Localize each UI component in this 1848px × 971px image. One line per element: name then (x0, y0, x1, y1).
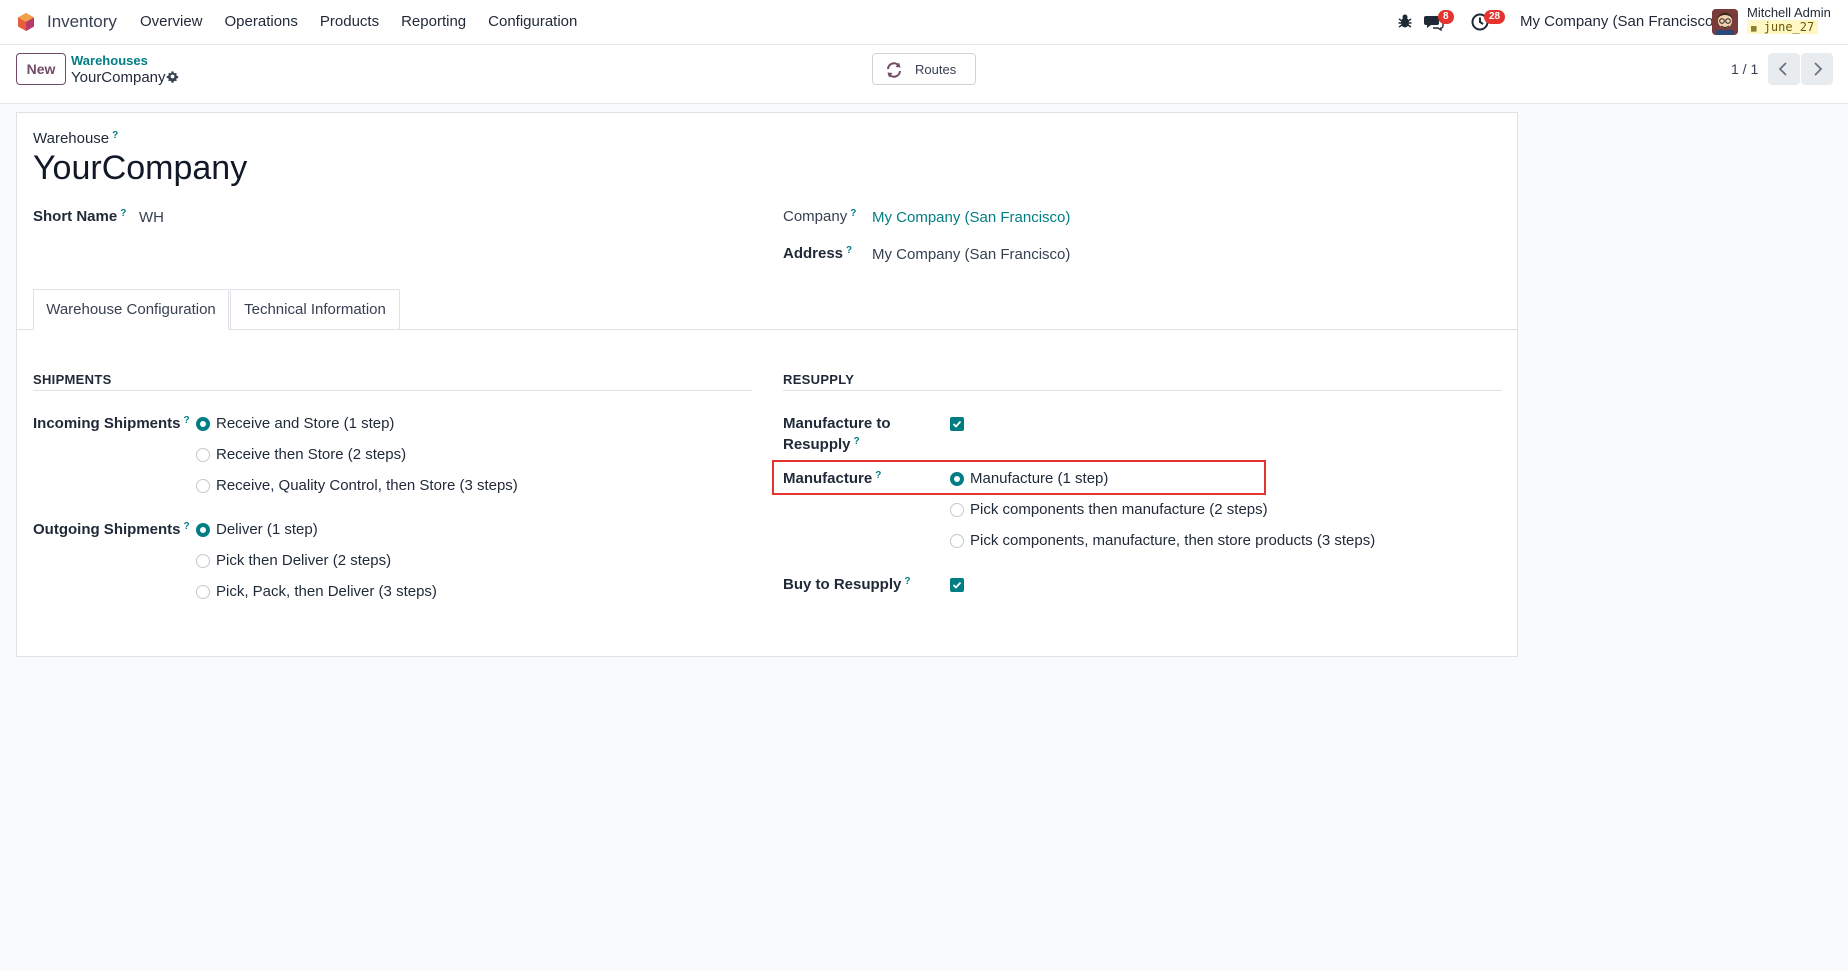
buy-to-resupply-checkbox[interactable] (950, 578, 964, 592)
app-name[interactable]: Inventory (47, 12, 117, 32)
company-switcher[interactable]: My Company (San Francisco) (1520, 13, 1718, 30)
incoming-shipments-label-text: Incoming Shipments (33, 415, 181, 432)
manufacture-to-resupply-help-icon[interactable]: ? (854, 436, 860, 447)
buy-to-resupply-label: Buy to Resupply? (783, 576, 910, 593)
warehouse-name-field[interactable]: YourCompany (33, 149, 247, 188)
outgoing-option-2-label[interactable]: Pick then Deliver (2 steps) (216, 552, 391, 569)
manufacture-option-2-label[interactable]: Pick components then manufacture (2 step… (970, 501, 1268, 518)
resupply-section-rule (783, 390, 1502, 391)
new-button[interactable]: New (16, 53, 66, 85)
chevron-right-icon (1814, 62, 1823, 76)
manufacture-option-3-radio[interactable] (950, 534, 964, 548)
routes-label: Routes (915, 62, 957, 77)
incoming-option-3-radio[interactable] (196, 479, 210, 493)
breadcrumb-warehouses[interactable]: Warehouses (71, 53, 148, 68)
checkmark-icon (952, 581, 962, 589)
manufacture-option-2-radio[interactable] (950, 503, 964, 517)
menu-overview[interactable]: Overview (140, 13, 203, 30)
manufacture-option-1-label[interactable]: Manufacture (1 step) (970, 470, 1108, 487)
manufacture-option-1-radio[interactable] (950, 472, 964, 486)
outgoing-option-3-label[interactable]: Pick, Pack, then Deliver (3 steps) (216, 583, 437, 600)
menu-reporting[interactable]: Reporting (401, 13, 466, 30)
address-field[interactable]: My Company (San Francisco) (872, 246, 1070, 263)
main-menu: Overview Operations Products Reporting C… (140, 13, 599, 30)
database-label: june_27 (1763, 20, 1815, 34)
menu-configuration[interactable]: Configuration (488, 13, 577, 30)
incoming-option-1-radio[interactable] (196, 417, 210, 431)
gear-icon[interactable] (166, 70, 179, 83)
user-name[interactable]: Mitchell Admin (1747, 5, 1831, 20)
resupply-section-title: RESUPPLY (783, 372, 855, 387)
debug-bug-icon[interactable] (1396, 12, 1414, 30)
tab-warehouse-configuration[interactable]: Warehouse Configuration (33, 289, 229, 330)
menu-products[interactable]: Products (320, 13, 379, 30)
incoming-help-icon[interactable]: ? (184, 415, 190, 426)
outgoing-option-1-radio[interactable] (196, 523, 210, 537)
top-navbar: Inventory Overview Operations Products R… (0, 0, 1848, 45)
company-label-text: Company (783, 208, 848, 225)
user-avatar[interactable] (1712, 9, 1738, 35)
manufacture-label-text: Manufacture (783, 470, 873, 487)
manufacture-label: Manufacture? (783, 470, 881, 487)
short-name-help-icon[interactable]: ? (120, 208, 126, 219)
company-field[interactable]: My Company (San Francisco) (872, 209, 1070, 226)
database-icon: ▦ (1751, 24, 1757, 34)
database-name: ▦ june_27 (1747, 20, 1819, 34)
refresh-routes-icon (887, 62, 901, 78)
chevron-left-icon (1778, 62, 1787, 76)
outgoing-help-icon[interactable]: ? (184, 521, 190, 532)
warehouse-name-label-text: Warehouse (33, 130, 110, 147)
company-label: Company? (783, 208, 856, 225)
manufacture-help-icon[interactable]: ? (875, 470, 881, 481)
incoming-option-3-label[interactable]: Receive, Quality Control, then Store (3 … (216, 477, 518, 494)
shipments-section-title: SHIPMENTS (33, 372, 112, 387)
incoming-shipments-label: Incoming Shipments? (33, 415, 190, 432)
warehouse-help-icon[interactable]: ? (112, 130, 118, 141)
form-sheet: Warehouse? YourCompany Short Name? WH Co… (16, 112, 1518, 657)
activities-count-badge: 28 (1484, 10, 1506, 24)
outgoing-option-3-radio[interactable] (196, 585, 210, 599)
short-name-label: Short Name? (33, 208, 126, 225)
checkmark-icon (952, 420, 962, 428)
outgoing-shipments-label: Outgoing Shipments? (33, 521, 190, 538)
manufacture-to-resupply-checkbox[interactable] (950, 417, 964, 431)
outgoing-option-2-radio[interactable] (196, 554, 210, 568)
address-label-text: Address (783, 245, 844, 262)
incoming-option-2-radio[interactable] (196, 448, 210, 462)
short-name-field[interactable]: WH (139, 209, 164, 226)
short-name-label-text: Short Name (33, 208, 118, 225)
manufacture-option-3-label[interactable]: Pick components, manufacture, then store… (970, 532, 1375, 549)
outgoing-shipments-label-text: Outgoing Shipments (33, 521, 181, 538)
menu-operations[interactable]: Operations (225, 13, 298, 30)
shipments-section-rule (33, 390, 752, 391)
manufacture-to-resupply-label-line2: Resupply? (783, 436, 860, 453)
outgoing-option-1-label[interactable]: Deliver (1 step) (216, 521, 318, 538)
incoming-option-1-label[interactable]: Receive and Store (1 step) (216, 415, 394, 432)
pager-value[interactable]: 1 / 1 (1731, 61, 1758, 77)
address-help-icon[interactable]: ? (846, 245, 852, 256)
inventory-app-icon[interactable] (16, 12, 36, 32)
manufacture-to-resupply-label: Manufacture to (783, 415, 891, 432)
address-label: Address? (783, 245, 852, 262)
pager-previous-button[interactable] (1768, 53, 1800, 85)
tab-technical-information[interactable]: Technical Information (230, 289, 400, 330)
buy-to-resupply-help-icon[interactable]: ? (904, 576, 910, 587)
breadcrumb-current-record: YourCompany (71, 69, 166, 86)
incoming-option-2-label[interactable]: Receive then Store (2 steps) (216, 446, 406, 463)
messages-count-badge: 8 (1438, 10, 1454, 24)
buy-to-resupply-label-text: Buy to Resupply (783, 576, 902, 593)
manufacture-to-resupply-label-line2-text: Resupply (783, 436, 851, 453)
company-help-icon[interactable]: ? (850, 208, 856, 219)
warehouse-name-label: Warehouse? (33, 130, 118, 147)
pager-next-button[interactable] (1801, 53, 1833, 85)
routes-button[interactable]: Routes (872, 53, 976, 85)
